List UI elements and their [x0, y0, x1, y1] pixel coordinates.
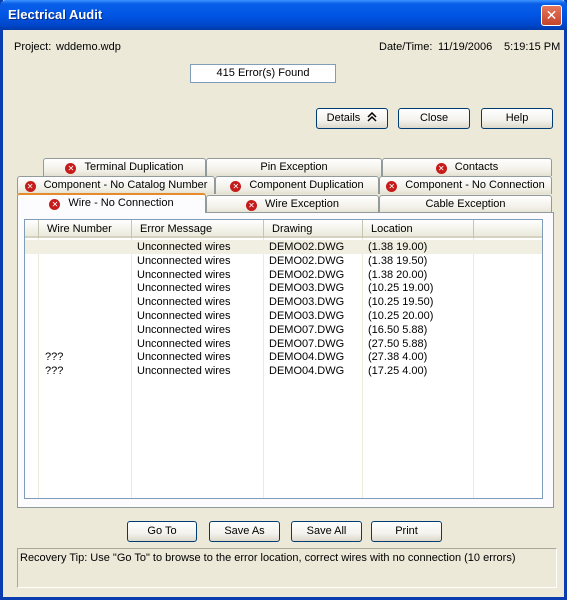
table-row[interactable]: Unconnected wires DEMO02.DWG (1.38 20.00) [25, 268, 542, 282]
cell-wire-number: ??? [45, 351, 64, 364]
help-button[interactable]: Help [481, 108, 553, 129]
tab-label: Component Duplication [249, 179, 364, 191]
tab-pin-exception[interactable]: Pin Exception [206, 158, 382, 176]
column-header-location[interactable]: Location [363, 220, 474, 238]
cell-drawing: DEMO03.DWG [269, 296, 345, 309]
double-chevron-up-icon [367, 111, 377, 122]
cell-error-message: Unconnected wires [137, 241, 231, 253]
table-row[interactable]: Unconnected wires DEMO02.DWG (1.38 19.50) [25, 254, 542, 268]
cell-error-message: Unconnected wires [137, 351, 231, 364]
table-row[interactable]: Unconnected wires DEMO07.DWG (27.50 5.88) [25, 337, 542, 351]
electrical-audit-dialog: Electrical Audit ✕ Project: wddemo.wdp D… [0, 0, 567, 600]
tab-wire-exception[interactable]: ✕ Wire Exception [206, 195, 379, 213]
cell-drawing: DEMO02.DWG [269, 254, 345, 267]
tab-contacts[interactable]: ✕ Contacts [382, 158, 552, 176]
tab-terminal-duplication[interactable]: ✕ Terminal Duplication [43, 158, 206, 176]
tab-label: Terminal Duplication [84, 161, 184, 173]
close-button[interactable]: Close [398, 108, 470, 129]
cell-error-message: Unconnected wires [137, 296, 231, 309]
cell-drawing: DEMO04.DWG [269, 365, 345, 378]
cell-wire-number: ??? [45, 365, 64, 378]
print-button[interactable]: Print [371, 521, 442, 542]
time-value: 5:19:15 PM [504, 41, 561, 53]
cell-drawing: DEMO07.DWG [269, 323, 345, 336]
tab-component-duplication[interactable]: ✕ Component Duplication [215, 176, 379, 194]
datetime-label: Date/Time: [379, 41, 433, 53]
column-header-wire-number[interactable]: Wire Number [39, 220, 132, 238]
error-icon: ✕ [246, 200, 257, 211]
cell-drawing: DEMO03.DWG [269, 310, 345, 322]
title-bar[interactable]: Electrical Audit ✕ [0, 0, 567, 30]
window-close-button[interactable]: ✕ [541, 5, 562, 26]
table-row[interactable]: ??? Unconnected wires DEMO04.DWG (27.38 4.0… [25, 350, 542, 364]
cell-location: (1.38 20.00) [368, 268, 428, 281]
window-title: Electrical Audit [8, 7, 103, 22]
project-label: Project: [14, 41, 52, 53]
cell-location: (1.38 19.00) [368, 241, 428, 253]
project-value: wddemo.wdp [56, 41, 121, 53]
tab-label: Pin Exception [260, 161, 328, 173]
details-label: Details [326, 112, 361, 124]
column-header-error-message[interactable]: Error Message [132, 220, 264, 238]
tab-label: Wire - No Connection [68, 197, 174, 209]
cell-error-message: Unconnected wires [137, 337, 231, 350]
cell-location: (10.25 19.00) [368, 282, 434, 295]
tab-label: Wire Exception [265, 198, 339, 210]
tab-label: Component - No Catalog Number [43, 179, 208, 191]
cell-location: (1.38 19.50) [368, 254, 428, 267]
cell-error-message: Unconnected wires [137, 268, 231, 281]
tab-wire-no-connection[interactable]: ✕ Wire - No Connection [17, 193, 206, 213]
tab-cable-exception[interactable]: Cable Exception [379, 195, 552, 213]
tab-label: Component - No Connection [405, 179, 545, 191]
error-icon: ✕ [24, 181, 36, 192]
header-spacer [25, 220, 39, 238]
cell-drawing: DEMO02.DWG [269, 268, 345, 281]
tab-component-no-connection[interactable]: ✕ Component - No Connection [379, 176, 552, 194]
cell-drawing: DEMO07.DWG [269, 337, 345, 350]
table-row[interactable]: Unconnected wires DEMO07.DWG (16.50 5.88) [25, 323, 542, 337]
error-icon: ✕ [386, 181, 398, 192]
cell-drawing: DEMO04.DWG [269, 351, 345, 364]
error-count-box: 415 Error(s) Found [190, 64, 336, 83]
table-row[interactable]: Unconnected wires DEMO03.DWG (10.25 19.00) [25, 281, 542, 295]
recovery-tip: Recovery Tip: Use "Go To" to browse to t… [17, 548, 557, 588]
error-list[interactable]: Wire Number Error Message Drawing Locati… [24, 219, 543, 499]
table-row[interactable]: ??? Unconnected wires DEMO04.DWG (17.25 4.0… [25, 364, 542, 378]
header-filler [474, 220, 542, 238]
cell-error-message: Unconnected wires [137, 310, 231, 322]
table-row[interactable]: Unconnected wires DEMO02.DWG (1.38 19.00) [25, 240, 542, 254]
cell-location: (10.25 20.00) [368, 310, 434, 322]
cell-error-message: Unconnected wires [137, 282, 231, 295]
error-icon: ✕ [49, 199, 61, 210]
cell-drawing: DEMO03.DWG [269, 282, 345, 295]
cell-error-message: Unconnected wires [137, 323, 231, 336]
error-icon: ✕ [435, 163, 447, 174]
error-icon: ✕ [65, 163, 77, 174]
save-as-button[interactable]: Save As [209, 521, 280, 542]
tab-label: Contacts [454, 161, 499, 173]
go-to-button[interactable]: Go To [127, 521, 197, 542]
cell-location: (27.50 5.88) [368, 337, 428, 350]
cell-drawing: DEMO02.DWG [269, 241, 345, 253]
tab-component-no-catalog-number[interactable]: ✕ Component - No Catalog Number [17, 176, 215, 194]
tab-label: Cable Exception [425, 198, 506, 210]
cell-error-message: Unconnected wires [137, 365, 231, 378]
cell-location: (17.25 4.00) [368, 365, 428, 378]
cell-location: (16.50 5.88) [368, 323, 428, 336]
table-row[interactable]: Unconnected wires DEMO03.DWG (10.25 20.00) [25, 309, 542, 323]
list-header: Wire Number Error Message Drawing Locati… [25, 220, 542, 238]
cell-location: (10.25 19.50) [368, 296, 434, 309]
column-header-drawing[interactable]: Drawing [264, 220, 363, 238]
table-row[interactable]: Unconnected wires DEMO03.DWG (10.25 19.50) [25, 295, 542, 309]
cell-error-message: Unconnected wires [137, 254, 231, 267]
save-all-button[interactable]: Save All [291, 521, 362, 542]
date-value: 11/19/2006 [438, 41, 493, 53]
cell-location: (27.38 4.00) [368, 351, 428, 364]
error-icon: ✕ [230, 181, 242, 192]
details-button[interactable]: Details [316, 108, 388, 129]
